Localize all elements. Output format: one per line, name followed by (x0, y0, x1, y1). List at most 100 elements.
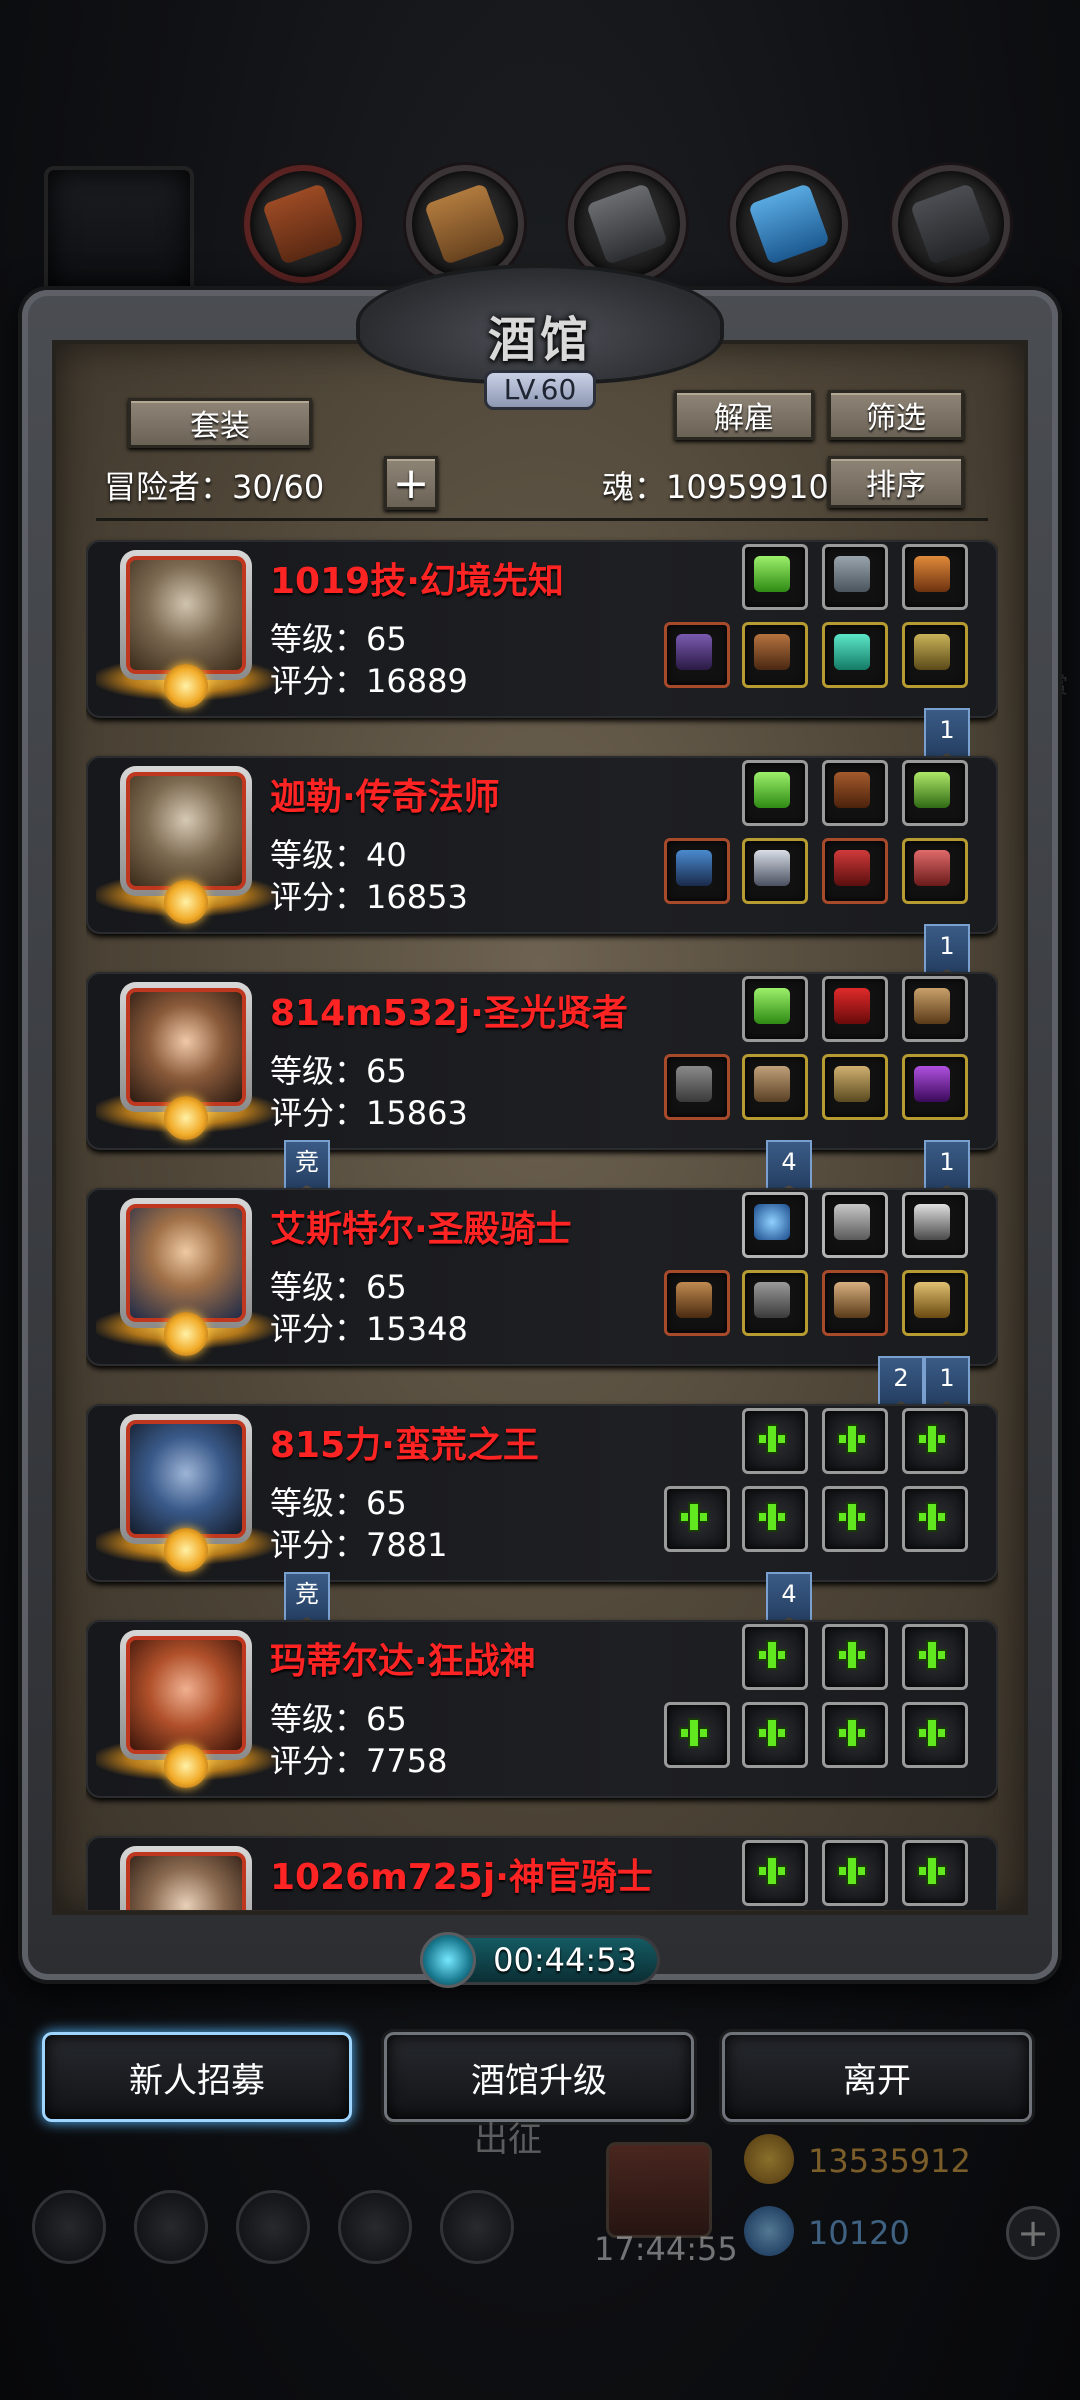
hero-row[interactable]: 1026m725j·神官骑士 (86, 1836, 998, 1910)
equip-slot[interactable] (902, 1192, 968, 1258)
mace-icon (676, 1066, 712, 1102)
iron-bar-icon (909, 182, 993, 266)
empty-slot[interactable] (664, 1486, 730, 1552)
sort-button[interactable]: 排序 (828, 456, 964, 508)
equip-slot[interactable] (742, 622, 808, 688)
adventurer-count: 冒险者：30/60 (104, 468, 325, 506)
empty-slot[interactable] (822, 1702, 888, 1768)
empty-slot[interactable] (902, 1624, 968, 1690)
empty-slot[interactable] (742, 1840, 808, 1906)
equip-slot[interactable] (742, 544, 808, 610)
upgrade-tavern-button[interactable]: 酒馆升级 (384, 2032, 694, 2122)
achievement-icon[interactable] (134, 2190, 208, 2264)
equip-slot[interactable] (902, 838, 968, 904)
empty-slot[interactable] (822, 1486, 888, 1552)
hero-row[interactable]: 814m532j·圣光贤者 等级：65 评分：15863 (86, 972, 998, 1150)
shield-icon (834, 1204, 870, 1240)
mail-icon[interactable] (338, 2190, 412, 2264)
equip-slot[interactable] (822, 1192, 888, 1258)
equip-slot[interactable] (664, 838, 730, 904)
green-crystal-icon (754, 556, 790, 592)
empty-slot[interactable] (822, 1624, 888, 1690)
pipe-icon (834, 772, 870, 808)
empty-slot[interactable] (902, 1486, 968, 1552)
equip-slot[interactable] (742, 838, 808, 904)
equip-slot[interactable] (902, 544, 968, 610)
equip-slot[interactable] (902, 760, 968, 826)
equip-slot[interactable] (742, 1192, 808, 1258)
equip-slot[interactable] (664, 622, 730, 688)
hero-name: 814m532j·圣光贤者 (270, 993, 628, 1034)
equip-slot[interactable] (822, 622, 888, 688)
empty-slot[interactable] (902, 1408, 968, 1474)
equip-slot[interactable] (822, 1270, 888, 1336)
star-gem-icon (164, 664, 208, 708)
amulet-icon (914, 850, 950, 886)
hero-portrait (126, 772, 246, 890)
equip-slot[interactable] (822, 1054, 888, 1120)
hero-row[interactable]: 迦勒·传奇法师 等级：40 评分：16853 (86, 756, 998, 934)
tab-materials-icon[interactable] (406, 165, 524, 283)
hero-portrait (126, 1204, 246, 1322)
dismiss-button[interactable]: 解雇 (674, 390, 814, 440)
hero-name: 1026m725j·神官骑士 (270, 1857, 653, 1898)
filter-button[interactable]: 筛选 (828, 390, 964, 440)
equip-slot[interactable] (822, 976, 888, 1042)
leave-button[interactable]: 离开 (722, 2032, 1032, 2122)
wand-icon (676, 850, 712, 886)
hero-row[interactable]: 815力·蛮荒之王 等级：65 评分：7881 (86, 1404, 998, 1582)
lantern-icon (914, 772, 950, 808)
hero-row[interactable]: 艾斯特尔·圣殿骑士 等级：65 评分：15348 (86, 1188, 998, 1366)
add-gems-button[interactable]: + (1006, 2206, 1060, 2260)
tab-iron-icon[interactable] (892, 165, 1010, 283)
gift-box-icon[interactable] (606, 2142, 712, 2238)
tab-hero-gear[interactable] (44, 166, 194, 296)
add-icon-v (928, 1642, 936, 1668)
crystal-icon (747, 182, 831, 266)
hero-list[interactable]: 1019技·幻境先知 等级：65 评分：16889 1 迦勒·传奇法师 等级：4… (86, 530, 998, 1910)
empty-slot[interactable] (822, 1840, 888, 1906)
empty-slot[interactable] (902, 1840, 968, 1906)
equip-slot[interactable] (822, 760, 888, 826)
empty-slot[interactable] (902, 1702, 968, 1768)
empty-slot[interactable] (822, 1408, 888, 1474)
add-capacity-button[interactable]: + (384, 456, 438, 510)
empty-slot[interactable] (742, 1702, 808, 1768)
equip-slot[interactable] (742, 1054, 808, 1120)
tab-ingot-icon[interactable] (568, 165, 686, 283)
equip-slot[interactable] (664, 1054, 730, 1120)
equip-slot[interactable] (742, 760, 808, 826)
red-gem-icon (834, 988, 870, 1024)
star-gem-icon (164, 1528, 208, 1572)
empty-slot[interactable] (742, 1486, 808, 1552)
tab-crystal-icon[interactable] (730, 165, 848, 283)
ring-icon (834, 850, 870, 886)
hero-level: 等级：65 (270, 1484, 407, 1522)
star-gem-icon (164, 880, 208, 924)
settings-icon[interactable] (32, 2190, 106, 2264)
equip-slot[interactable] (822, 544, 888, 610)
empty-slot[interactable] (742, 1624, 808, 1690)
recruit-button[interactable]: 新人招募 (42, 2032, 352, 2122)
shop-icon[interactable] (440, 2190, 514, 2264)
hero-row[interactable]: 1019技·幻境先知 等级：65 评分：16889 (86, 540, 998, 718)
armor-icon (261, 182, 345, 266)
equip-slot[interactable] (822, 838, 888, 904)
codex-icon[interactable] (236, 2190, 310, 2264)
gold-amount: 13535912 (808, 2142, 971, 2180)
set-button[interactable]: 套装 (128, 398, 312, 448)
equip-slot[interactable] (902, 1270, 968, 1336)
hero-portrait (126, 556, 246, 674)
hero-row[interactable]: 玛蒂尔达·狂战神 等级：65 评分：7758 (86, 1620, 998, 1798)
equip-slot[interactable] (664, 1270, 730, 1336)
empty-slot[interactable] (742, 1408, 808, 1474)
star-gem-icon (164, 1744, 208, 1788)
equip-slot[interactable] (742, 976, 808, 1042)
amulet-icon (914, 634, 950, 670)
equip-slot[interactable] (902, 1054, 968, 1120)
empty-slot[interactable] (664, 1702, 730, 1768)
equip-slot[interactable] (742, 1270, 808, 1336)
equip-slot[interactable] (902, 976, 968, 1042)
equip-slot[interactable] (902, 622, 968, 688)
tab-armor-icon[interactable] (244, 165, 362, 283)
